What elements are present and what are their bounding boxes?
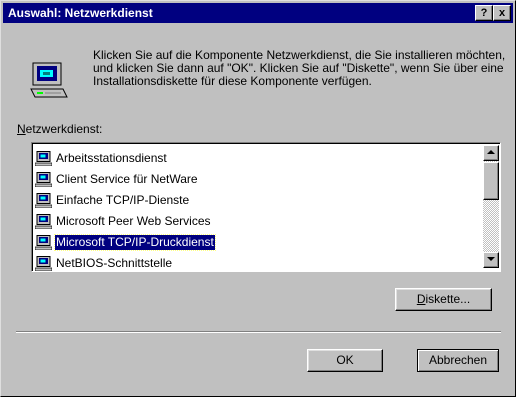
close-button[interactable]: x — [493, 5, 511, 21]
vertical-scrollbar[interactable] — [483, 145, 499, 268]
scrollbar-thumb[interactable] — [483, 162, 499, 200]
network-service-listbox[interactable]: Arbeitsstationsdienst Client Service für … — [31, 142, 501, 272]
scroll-up-button[interactable] — [483, 145, 499, 161]
list-label-mnemonic: N — [17, 122, 26, 136]
list-item-label: Einfache TCP/IP-Dienste — [56, 193, 190, 207]
help-button[interactable]: ? — [475, 5, 493, 21]
diskette-button[interactable]: Diskette... — [395, 288, 492, 311]
network-service-icon — [34, 235, 53, 251]
list-item[interactable]: NetBIOS-Schnittstelle — [34, 254, 481, 271]
divider — [16, 331, 501, 333]
list-item[interactable]: Arbeitsstationsdienst — [34, 149, 481, 170]
network-computer-icon — [30, 62, 68, 98]
ok-button[interactable]: OK — [307, 349, 383, 372]
instruction-text: Klicken Sie auf die Komponente Netzwerkd… — [93, 48, 506, 88]
dialog-title: Auswahl: Netzwerkdienst — [8, 6, 153, 20]
list-label: Netzwerkdienst: — [17, 122, 102, 136]
list-item-label: Microsoft TCP/IP-Druckdienst — [54, 234, 216, 251]
help-icon: ? — [480, 7, 488, 19]
list-items: Arbeitsstationsdienst Client Service für … — [34, 149, 481, 271]
network-service-icon — [34, 214, 53, 230]
network-service-icon — [34, 151, 53, 167]
scroll-down-button[interactable] — [483, 252, 499, 268]
list-item[interactable]: Microsoft TCP/IP-Druckdienst — [34, 233, 481, 254]
close-icon: x — [498, 7, 506, 19]
arrow-down-icon — [487, 257, 495, 261]
list-item-label: Microsoft Peer Web Services — [56, 214, 211, 228]
list-item-label: Arbeitsstationsdienst — [56, 151, 167, 165]
list-item[interactable]: Einfache TCP/IP-Dienste — [34, 191, 481, 212]
list-item-label: NetBIOS-Schnittstelle — [56, 256, 173, 270]
list-item[interactable]: Microsoft Peer Web Services — [34, 212, 481, 233]
list-label-text: etzwerkdienst: — [25, 122, 103, 136]
network-service-dialog: Auswahl: Netzwerkdienst ? x Klicken Sie … — [0, 0, 516, 397]
cancel-button[interactable]: Abbrechen — [417, 349, 499, 372]
list-item[interactable]: Client Service für NetWare — [34, 170, 481, 191]
network-service-icon — [34, 172, 53, 188]
network-service-icon — [34, 193, 53, 209]
title-bar[interactable]: Auswahl: Netzwerkdienst ? x — [3, 3, 513, 23]
list-item-label: Client Service für NetWare — [56, 172, 198, 186]
diskette-label: iskette... — [425, 292, 471, 306]
arrow-up-icon — [487, 150, 495, 154]
network-service-icon — [34, 256, 53, 271]
